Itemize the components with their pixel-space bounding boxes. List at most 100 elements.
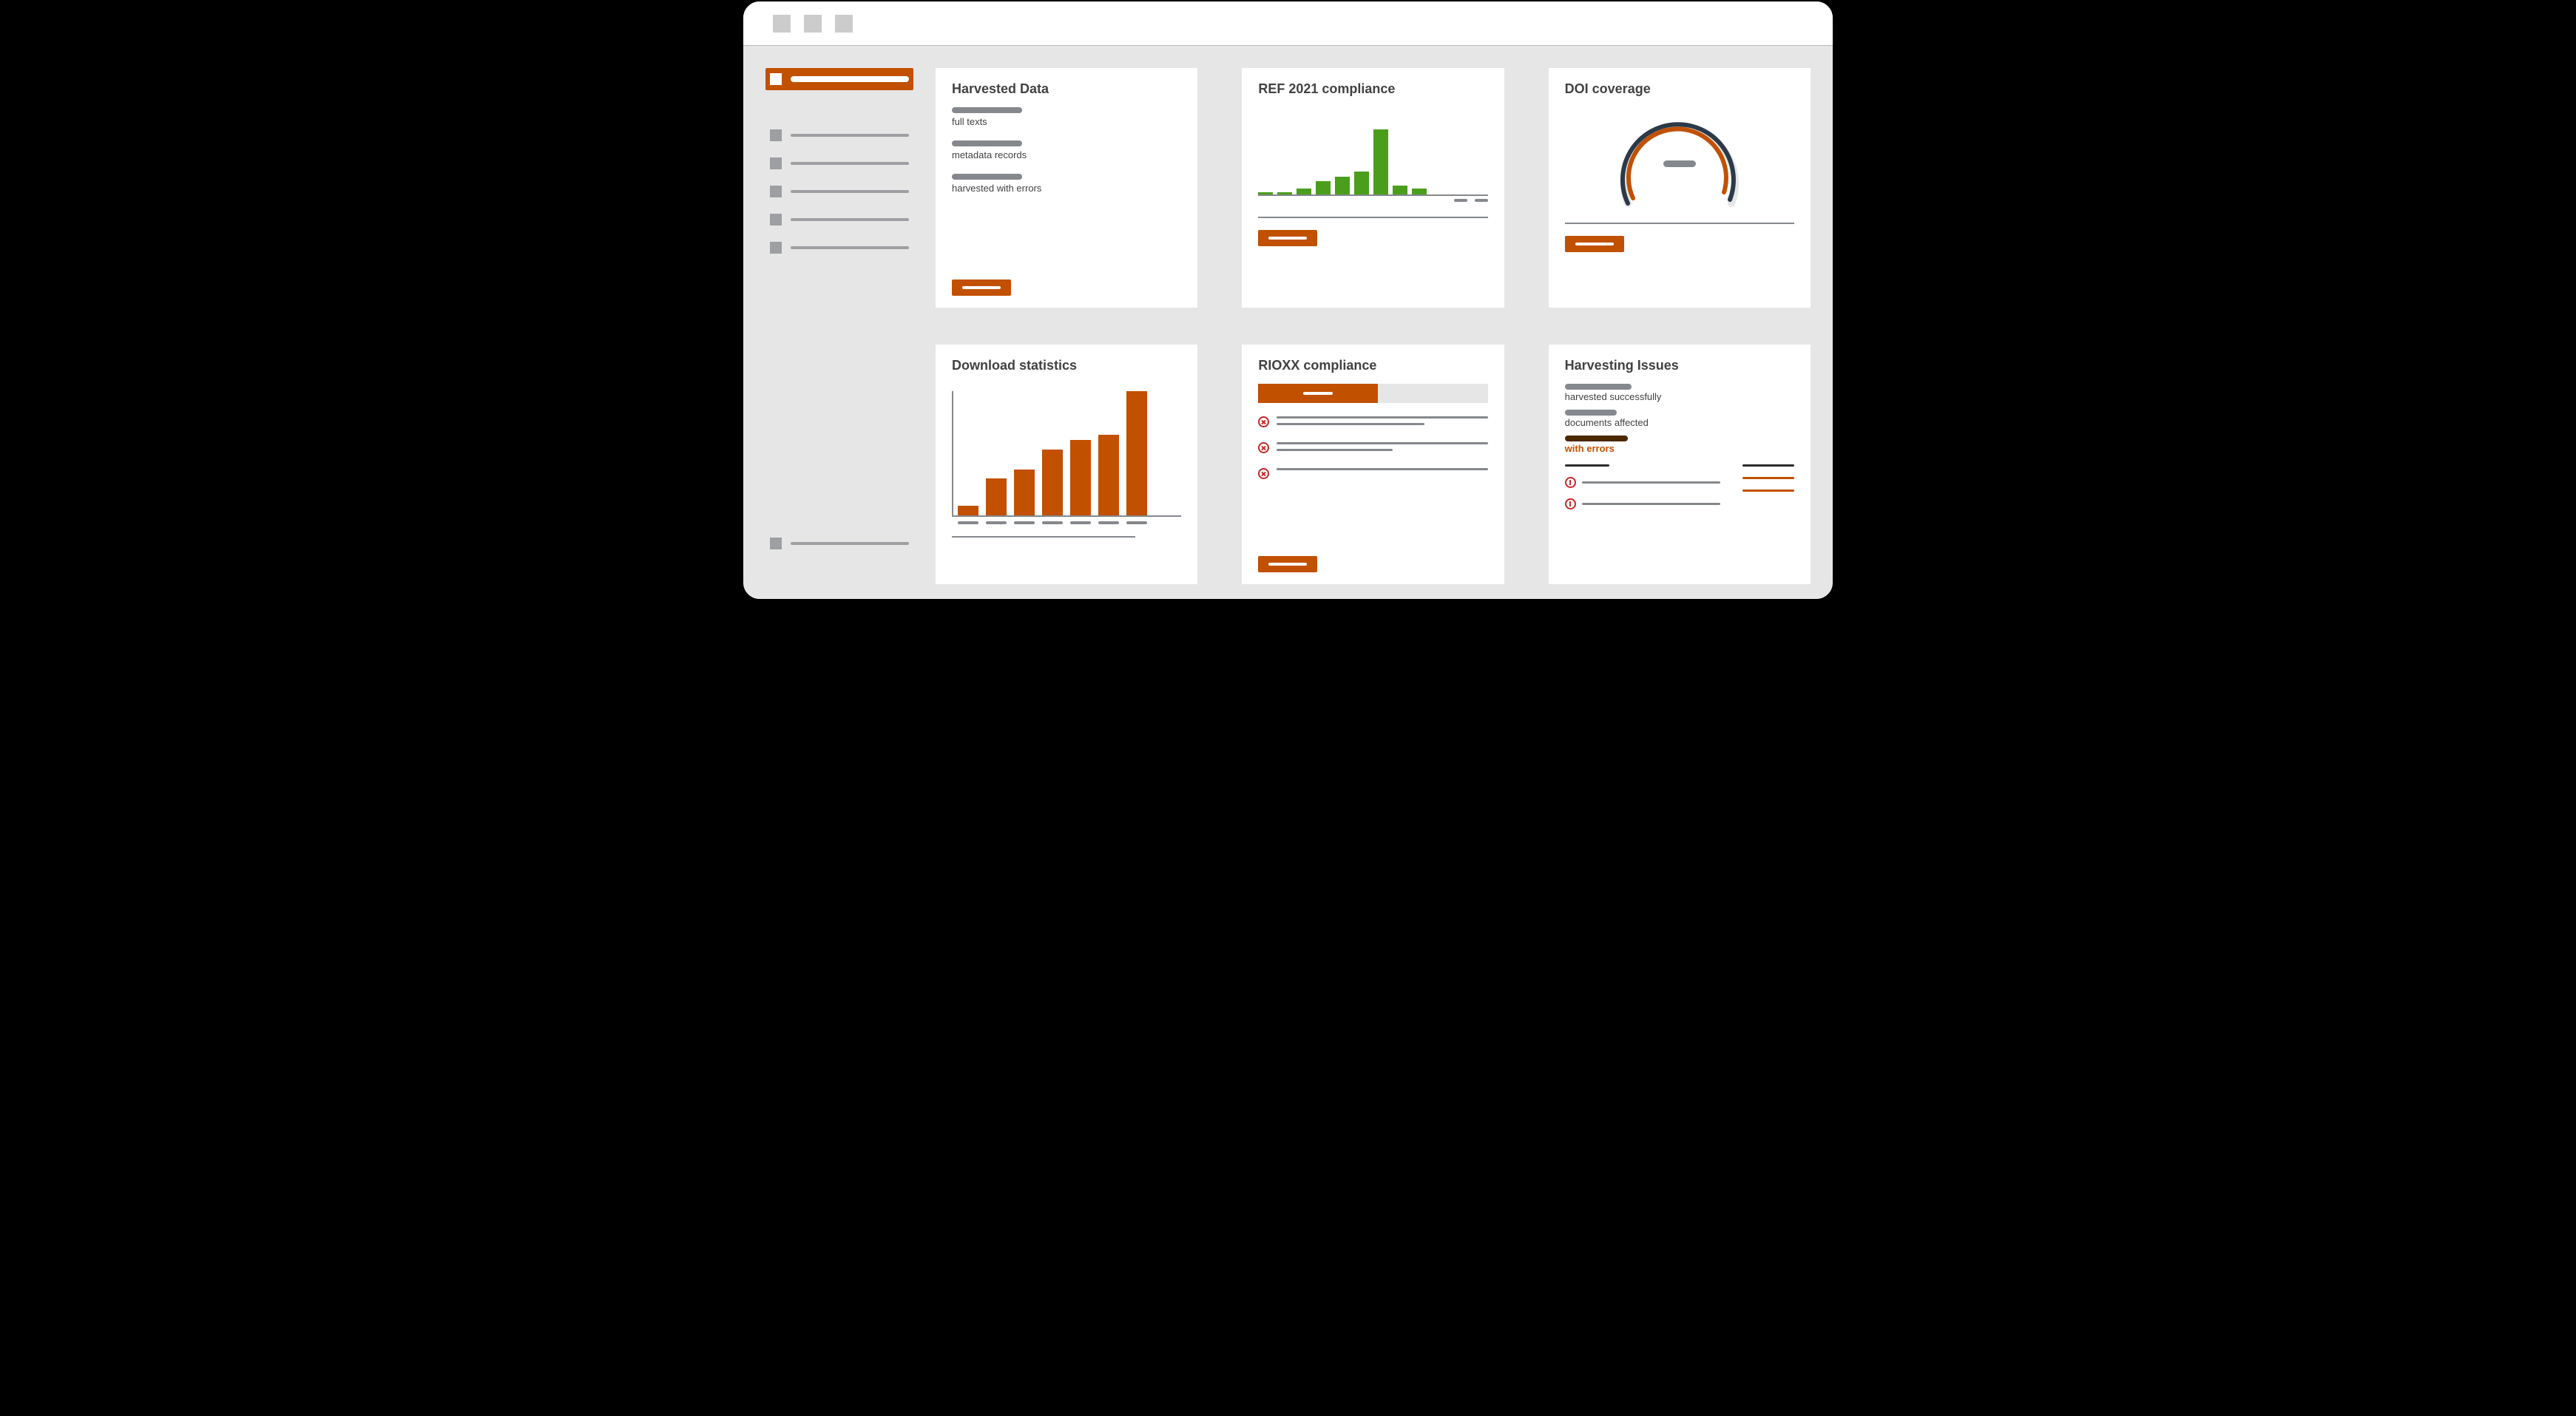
error-x-icon <box>1258 442 1269 453</box>
rioxx-issue-row[interactable] <box>1258 416 1487 427</box>
warning-icon <box>1565 477 1576 488</box>
sidebar-item-label <box>791 218 909 221</box>
chart-bar <box>958 506 978 515</box>
dashboard-grid: Harvested Data full texts metadata recor… <box>936 68 1811 584</box>
sidebar-item-icon <box>770 129 782 141</box>
column-header <box>1742 464 1794 467</box>
doi-gauge <box>1565 107 1794 218</box>
metric-label: metadata records <box>952 149 1181 160</box>
chart-bar <box>1297 189 1311 194</box>
chart-bar <box>1316 181 1331 194</box>
issue-value <box>1742 477 1794 479</box>
card-title: Download statistics <box>952 358 1181 373</box>
chart-bar <box>1070 440 1091 515</box>
metric-with-errors: with errors <box>1565 436 1794 454</box>
sidebar-item-icon <box>770 242 782 254</box>
chart-bar <box>1126 391 1147 515</box>
sidebar-item-icon <box>770 186 782 197</box>
chart-bar <box>1277 192 1292 194</box>
rioxx-issue-row[interactable] <box>1258 468 1487 479</box>
metric-documents-affected: documents affected <box>1565 410 1794 428</box>
sidebar <box>765 68 913 584</box>
metric-value-placeholder <box>1565 410 1617 416</box>
chart-bar <box>1335 177 1350 195</box>
metric-label: with errors <box>1565 443 1794 454</box>
sidebar-item[interactable] <box>765 180 913 203</box>
card-action-button[interactable] <box>1258 230 1317 246</box>
metric-value-placeholder <box>1565 384 1632 390</box>
sidebar-item-icon <box>770 157 782 169</box>
chart-bar <box>1042 450 1063 515</box>
divider <box>1565 223 1794 224</box>
rioxx-issue-row[interactable] <box>1258 442 1487 453</box>
app-window: Harvested Data full texts metadata recor… <box>742 0 1834 600</box>
metric-full-texts: full texts <box>952 107 1181 127</box>
download-chart <box>952 391 1181 517</box>
card-ref-compliance: REF 2021 compliance <box>1242 68 1504 308</box>
window-control-icon[interactable] <box>835 15 853 33</box>
card-harvesting-issues: Harvesting Issues harvested successfully… <box>1549 345 1811 584</box>
sidebar-item-label <box>791 190 909 193</box>
sidebar-item[interactable] <box>765 209 913 231</box>
chart-bar <box>1098 435 1119 515</box>
window-control-icon[interactable] <box>773 15 791 33</box>
card-title: Harvested Data <box>952 81 1181 97</box>
sidebar-item[interactable] <box>765 124 913 146</box>
sidebar-item-label <box>791 134 909 137</box>
chart-bar <box>986 478 1007 515</box>
chart-x-labels <box>1258 199 1487 202</box>
chart-bar <box>1373 129 1388 194</box>
sidebar-item[interactable] <box>765 152 913 175</box>
sidebar-item-active[interactable] <box>765 68 913 90</box>
divider <box>1258 217 1487 218</box>
card-action-button[interactable] <box>952 280 1011 296</box>
card-action-button[interactable] <box>1258 556 1317 572</box>
metric-metadata-records: metadata records <box>952 140 1181 160</box>
metric-harvested-successfully: harvested successfully <box>1565 384 1794 402</box>
metric-value-placeholder <box>1565 436 1628 441</box>
metric-value-placeholder <box>952 174 1022 180</box>
metric-label: harvested with errors <box>952 183 1181 194</box>
sidebar-item-icon <box>770 73 782 85</box>
sidebar-item-label <box>791 162 909 165</box>
sidebar-item-icon <box>770 538 782 549</box>
card-harvested-data: Harvested Data full texts metadata recor… <box>936 68 1197 308</box>
viewport: Harvested Data full texts metadata recor… <box>743 46 1833 599</box>
issue-value <box>1742 489 1794 492</box>
chart-bar <box>1412 189 1427 194</box>
divider <box>952 536 1135 538</box>
issue-row[interactable] <box>1565 477 1720 488</box>
sidebar-item-icon <box>770 214 782 226</box>
sidebar-item-label <box>791 76 909 82</box>
metric-label: full texts <box>952 116 1181 127</box>
window-control-icon[interactable] <box>804 15 822 33</box>
card-download-statistics: Download statistics <box>936 345 1197 584</box>
sidebar-item-label <box>791 542 909 545</box>
card-doi-coverage: DOI coverage <box>1549 68 1811 308</box>
sidebar-item[interactable] <box>765 237 913 259</box>
rioxx-progress-fill <box>1258 384 1377 403</box>
column-header <box>1565 464 1609 467</box>
metric-harvested-errors: harvested with errors <box>952 174 1181 194</box>
ref-compliance-chart <box>1258 122 1487 196</box>
card-rioxx-compliance: RIOXX compliance <box>1242 345 1504 584</box>
metric-value-placeholder <box>952 140 1022 146</box>
card-title: REF 2021 compliance <box>1258 81 1487 97</box>
card-action-button[interactable] <box>1565 236 1624 252</box>
sidebar-item-label <box>791 246 909 249</box>
sidebar-item-footer[interactable] <box>765 532 913 555</box>
chart-x-labels <box>952 521 1181 524</box>
chart-bar <box>1393 186 1407 194</box>
card-title: DOI coverage <box>1565 81 1794 97</box>
card-title: RIOXX compliance <box>1258 358 1487 373</box>
rioxx-progress-bar <box>1258 384 1487 403</box>
metric-label: documents affected <box>1565 417 1794 428</box>
metric-value-placeholder <box>952 107 1022 113</box>
warning-icon <box>1565 498 1576 509</box>
issue-row[interactable] <box>1565 498 1720 509</box>
issues-table <box>1565 464 1794 509</box>
chart-bar <box>1258 192 1273 194</box>
card-title: Harvesting Issues <box>1565 358 1794 373</box>
browser-toolbar <box>743 1 1833 46</box>
error-x-icon <box>1258 416 1269 427</box>
